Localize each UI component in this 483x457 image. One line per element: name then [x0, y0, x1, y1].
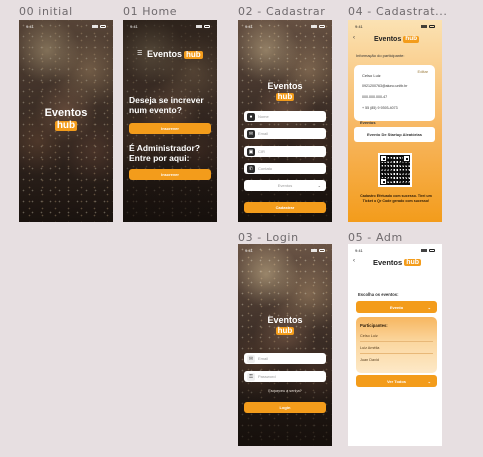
frame-label-home: 01 Home [123, 5, 178, 18]
participant-section-title: Informação do participante: [356, 53, 405, 58]
status-bar: 9:41 [238, 246, 332, 254]
lock-icon: ⚿ [247, 372, 255, 381]
app-logo: Eventos hub [44, 107, 88, 131]
event-card: Evento De Startup Aleatórias [354, 127, 435, 142]
signup-button[interactable]: Inscrever [129, 123, 211, 134]
user-icon: ● [247, 112, 255, 121]
event-select[interactable]: Evento ⌄ [356, 301, 437, 313]
app-logo: Eventos hub [147, 49, 203, 59]
mail-icon: ✉ [247, 354, 255, 363]
participant-email: 0921200763@aluno.unitb.br [362, 84, 408, 88]
frame-label-cadastrar: 02 - Cadastrar [238, 5, 326, 18]
cadastrar-button[interactable]: Cadastrar [244, 202, 326, 213]
password-field[interactable]: ⚿ Password [244, 371, 326, 382]
app-logo: Eventos hub [374, 35, 420, 43]
status-bar: 9:41 [123, 22, 217, 30]
id-icon: ▣ [247, 147, 255, 156]
divider [360, 353, 433, 354]
screen-initial: 9:41 Eventos hub [19, 20, 113, 222]
status-bar: 9:41 [348, 22, 442, 30]
event-name: Evento De Startup Aleatórias [367, 132, 422, 137]
screen-ticket: 9:41 ‹ Eventos hub Informação do partici… [348, 20, 442, 222]
email-field[interactable]: ✉ Email [244, 353, 326, 364]
participant-card: Editar Celso Luiz 0921200763@aluno.unitb… [354, 65, 435, 121]
participant-row[interactable]: Luiz Amélia [360, 346, 379, 350]
phone-icon: ✆ [247, 164, 255, 173]
status-bar: 9:41 [348, 246, 442, 254]
participant-row[interactable]: Juan David [360, 358, 379, 362]
app-logo: Eventos hub [373, 258, 422, 267]
name-field[interactable]: ● Nome [244, 111, 326, 122]
app-logo: Eventos hub [267, 315, 303, 335]
frame-label-initial: 00 initial [19, 5, 73, 18]
event-select[interactable]: Eventos ⌄ [244, 180, 326, 191]
participant-row[interactable]: Celso Luiz [360, 334, 378, 338]
email-field[interactable]: ✉ Email [244, 128, 326, 139]
menu-icon[interactable]: ☰ [137, 50, 142, 57]
back-icon[interactable]: ‹ [353, 258, 355, 264]
participant-cir: 000.000.000-47 [362, 95, 388, 99]
screen-adm: 9:41 ‹ Eventos hub Escolha os eventos: E… [348, 244, 442, 446]
success-message: Cadastro Efetuado com sucesso. Tirei um … [360, 194, 432, 203]
divider [360, 341, 433, 342]
forgot-password-link[interactable]: Esqueceu a senha? [238, 389, 332, 393]
screen-cadastrar: 9:41 Eventos hub ● Nome ✉ Email ▣ CIR ✆ … [238, 20, 332, 222]
participants-title: Participantes: [360, 323, 388, 328]
chevron-down-icon: ⌄ [317, 183, 321, 188]
edit-link[interactable]: Editar [418, 69, 428, 74]
frame-label-adm: 05 - Adm [348, 231, 403, 244]
participants-card: Participantes: Celso Luiz Luiz Amélia Ju… [356, 317, 437, 373]
frame-label-login: 03 - Login [238, 231, 299, 244]
view-all-button[interactable]: Ver Todos ⌄ [356, 375, 437, 387]
choose-events-title: Escolha os eventos: [358, 292, 399, 297]
mail-icon: ✉ [247, 129, 255, 138]
participant-name: Celso Luiz [362, 73, 381, 78]
admin-question: É Administrador? Entre por aqui: [129, 143, 200, 163]
signup-question: Deseja se increver num evento? [129, 95, 204, 115]
admin-button[interactable]: Inscrever [129, 169, 211, 180]
qr-code [378, 153, 412, 187]
screen-home: 9:41 ☰ Eventos hub Deseja se increver nu… [123, 20, 217, 222]
frame-label-ticket: 04 - Cadastrat... [348, 5, 448, 18]
participant-phone: + 55 (85) 9 9393-4073 [362, 106, 398, 110]
app-logo: Eventos hub [267, 81, 303, 101]
login-button[interactable]: Login [244, 402, 326, 413]
contact-field[interactable]: ✆ Contato [244, 163, 326, 174]
back-icon[interactable]: ‹ [353, 35, 355, 41]
screen-login: 9:41 Eventos hub ✉ Email ⚿ Password Esqu… [238, 244, 332, 446]
chevron-down-icon: ⌄ [427, 304, 431, 310]
status-bar: 9:41 [19, 22, 113, 30]
event-heading: Eventos [360, 120, 376, 125]
chevron-down-icon: ⌄ [427, 378, 431, 384]
cir-field[interactable]: ▣ CIR [244, 146, 326, 157]
status-bar: 9:41 [238, 22, 332, 30]
